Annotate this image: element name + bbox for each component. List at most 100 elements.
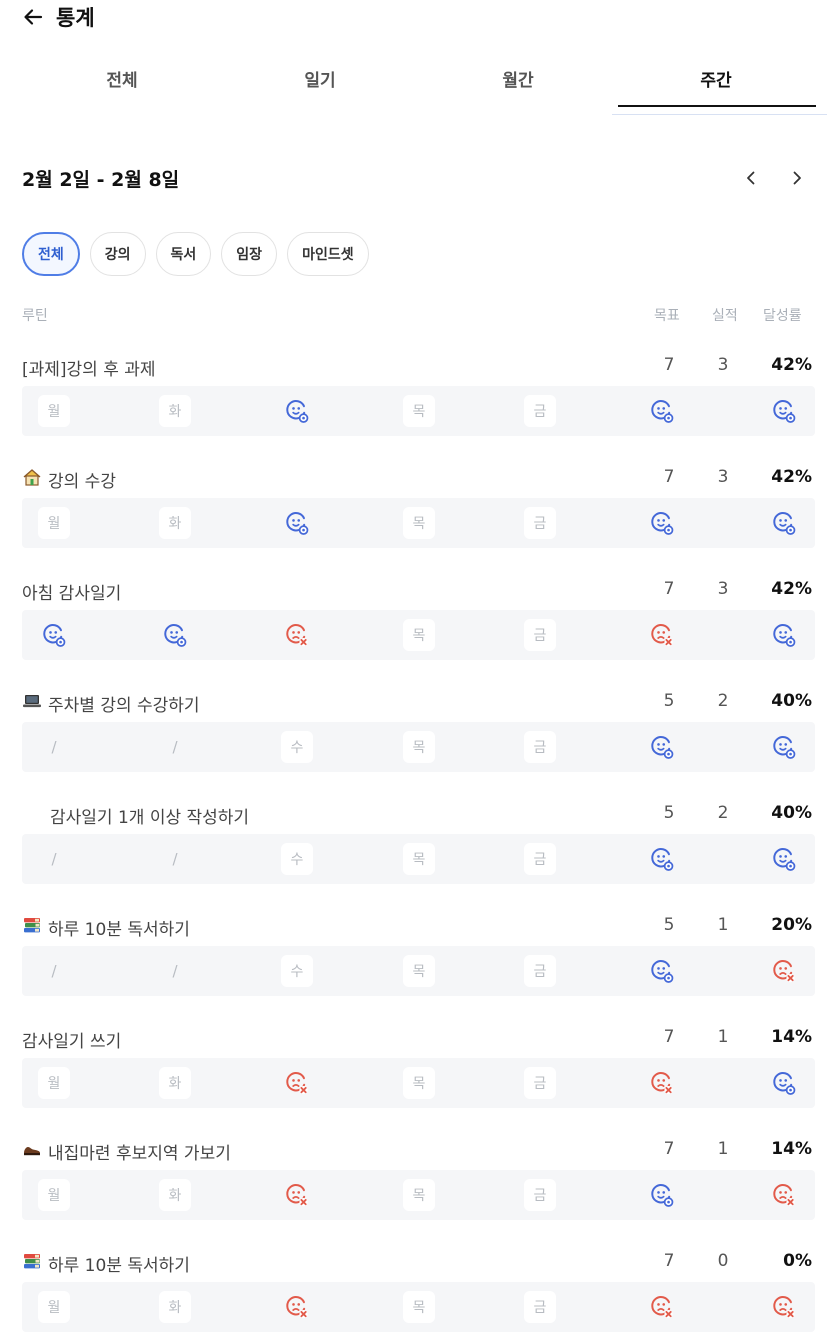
day-not-scheduled[interactable]: / [38, 955, 70, 987]
day-label[interactable]: 월 [38, 1067, 70, 1099]
frown-x-icon[interactable] [646, 1067, 678, 1099]
chip-lecture[interactable]: 강의 [89, 232, 146, 276]
day-label[interactable]: 수 [281, 843, 313, 875]
routine-row[interactable]: 주차별 강의 수강하기 5 2 40% / / 수 목 금 [22, 686, 815, 794]
day-label[interactable]: 수 [281, 955, 313, 987]
routine-row[interactable]: 감사일기 쓰기 7 1 14% 월 화 목 금 [22, 1022, 815, 1130]
routine-name-wrap: 내집마련 후보지역 가보기 [22, 1139, 231, 1164]
tab-weekly[interactable]: 주간 [616, 66, 816, 91]
day-label[interactable]: 목 [403, 731, 435, 763]
day-label[interactable]: 금 [524, 731, 556, 763]
column-headers: 루틴 목표 실적 달성률 [22, 302, 815, 326]
day-label[interactable]: 목 [403, 619, 435, 651]
chevron-right-icon[interactable] [787, 168, 807, 188]
smile-check-icon[interactable] [646, 1179, 678, 1211]
frown-x-icon[interactable] [646, 1291, 678, 1323]
chip-field-visit[interactable]: 임장 [221, 232, 278, 276]
routine-rate: 42% [771, 579, 812, 599]
frown-x-icon[interactable] [281, 1291, 313, 1323]
day-label[interactable]: 금 [524, 507, 556, 539]
day-label[interactable]: 화 [159, 1179, 191, 1211]
frown-x-icon[interactable] [281, 1067, 313, 1099]
routine-name: 하루 10분 독서하기 [48, 1256, 190, 1276]
routine-row[interactable]: 내집마련 후보지역 가보기 7 1 14% 월 화 목 금 [22, 1134, 815, 1242]
day-label[interactable]: 목 [403, 1067, 435, 1099]
arrow-left-icon[interactable] [22, 6, 44, 28]
day-label[interactable]: 목 [403, 395, 435, 427]
tab-all[interactable]: 전체 [22, 66, 222, 91]
tab-diary[interactable]: 일기 [220, 66, 420, 91]
routine-row[interactable]: 하루 10분 독서하기 5 1 20% / / 수 목 금 [22, 910, 815, 1018]
routine-row[interactable]: 하루 10분 독서하기 7 0 0% 월 화 목 금 [22, 1246, 815, 1336]
day-label[interactable]: 수 [281, 731, 313, 763]
routine-row[interactable]: 강의 수강 7 3 42% 월 화 목 금 [22, 462, 815, 570]
day-not-scheduled[interactable]: / [159, 843, 191, 875]
day-label[interactable]: 금 [524, 1179, 556, 1211]
day-label[interactable]: 금 [524, 843, 556, 875]
day-label[interactable]: 월 [38, 1291, 70, 1323]
books-icon [22, 915, 42, 940]
routine-rate: 42% [771, 355, 812, 375]
frown-x-icon[interactable] [768, 955, 800, 987]
smile-check-icon[interactable] [768, 1067, 800, 1099]
frown-x-icon[interactable] [281, 619, 313, 651]
routine-name: 내집마련 후보지역 가보기 [48, 1144, 231, 1164]
routine-name: 아침 감사일기 [22, 584, 122, 604]
day-label[interactable]: 목 [403, 1291, 435, 1323]
frown-x-icon[interactable] [646, 619, 678, 651]
routine-row[interactable]: [과제]강의 후 과제 7 3 42% 월 화 목 금 [22, 350, 815, 458]
smile-check-icon[interactable] [768, 843, 800, 875]
routine-actual: 1 [717, 915, 729, 935]
day-label[interactable]: 월 [38, 1179, 70, 1211]
smile-check-icon[interactable] [768, 619, 800, 651]
routine-row[interactable]: 감사일기 1개 이상 작성하기 5 2 40% / / 수 목 금 [22, 798, 815, 906]
day-label[interactable]: 금 [524, 1291, 556, 1323]
smile-check-icon[interactable] [768, 395, 800, 427]
smile-check-icon[interactable] [646, 507, 678, 539]
smile-check-icon[interactable] [38, 619, 70, 651]
day-label[interactable]: 금 [524, 395, 556, 427]
day-label[interactable]: 금 [524, 1067, 556, 1099]
smile-check-icon[interactable] [768, 507, 800, 539]
day-label[interactable]: 월 [38, 395, 70, 427]
day-label[interactable]: 월 [38, 507, 70, 539]
day-label[interactable]: 화 [159, 507, 191, 539]
day-label[interactable]: 금 [524, 955, 556, 987]
day-not-scheduled[interactable]: / [159, 955, 191, 987]
chip-reading[interactable]: 독서 [155, 232, 212, 276]
day-label[interactable]: 금 [524, 619, 556, 651]
day-label[interactable]: 화 [159, 395, 191, 427]
routine-name-wrap: 아침 감사일기 [22, 579, 121, 604]
smile-check-icon[interactable] [281, 395, 313, 427]
chip-mindset[interactable]: 마인드셋 [287, 232, 369, 276]
tab-monthly[interactable]: 월간 [418, 66, 618, 91]
smile-check-icon[interactable] [281, 507, 313, 539]
routine-row[interactable]: 아침 감사일기 7 3 42% 목금 [22, 574, 815, 682]
day-label[interactable]: 목 [403, 955, 435, 987]
routine-name-wrap: 하루 10분 독서하기 [22, 915, 190, 940]
day-label[interactable]: 화 [159, 1067, 191, 1099]
day-label[interactable]: 목 [403, 1179, 435, 1211]
frown-x-icon[interactable] [281, 1179, 313, 1211]
frown-x-icon[interactable] [768, 1291, 800, 1323]
day-label[interactable]: 화 [159, 1291, 191, 1323]
day-not-scheduled[interactable]: / [38, 731, 70, 763]
day-not-scheduled[interactable]: / [38, 843, 70, 875]
frown-x-icon[interactable] [768, 1179, 800, 1211]
day-not-scheduled[interactable]: / [159, 731, 191, 763]
routine-name-wrap: 감사일기 쓰기 [22, 1027, 121, 1052]
smile-check-icon[interactable] [646, 731, 678, 763]
week-selector: 2월 2일 - 2월 8일 [22, 162, 807, 194]
day-label[interactable]: 목 [403, 843, 435, 875]
smile-check-icon[interactable] [768, 731, 800, 763]
smile-check-icon[interactable] [646, 955, 678, 987]
day-label[interactable]: 목 [403, 507, 435, 539]
routine-name-wrap: 하루 10분 독서하기 [22, 1251, 190, 1276]
chevron-left-icon[interactable] [741, 168, 761, 188]
smile-check-icon[interactable] [159, 619, 191, 651]
tab-divider [612, 114, 827, 115]
smile-check-icon[interactable] [646, 843, 678, 875]
routine-name-wrap: 주차별 강의 수강하기 [22, 691, 200, 716]
chip-all[interactable]: 전체 [22, 232, 80, 276]
smile-check-icon[interactable] [646, 395, 678, 427]
